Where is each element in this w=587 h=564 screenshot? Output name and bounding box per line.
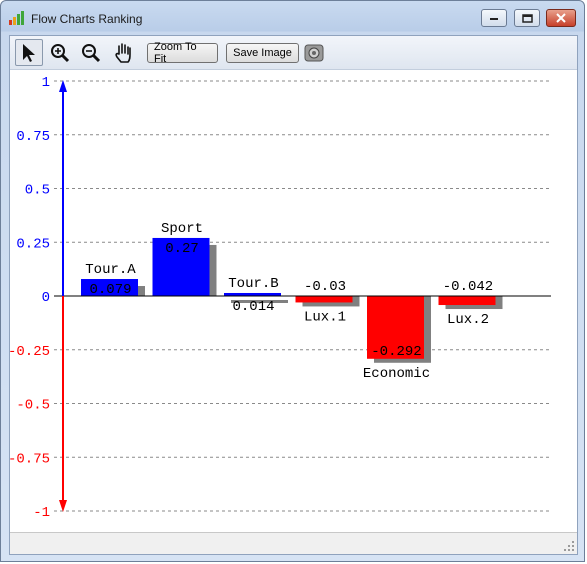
maximize-icon [521,13,533,23]
toolbar: Zoom To Fit Save Image [10,36,577,70]
y-tick-label: 0.5 [25,183,50,199]
value-label: 0.27 [165,241,199,257]
y-tick-label: 0.25 [16,236,50,252]
bar-chart-app-icon [9,11,25,25]
category-label: Tour.A [85,262,136,278]
value-label: -0.03 [304,279,346,295]
category-label: Lux.1 [304,309,346,325]
zoom-out-tool-button[interactable] [77,39,105,66]
up-arrow-icon [59,80,67,92]
value-label: -0.042 [443,279,493,295]
y-tick-label: 0 [42,290,50,306]
pointer-tool-button[interactable] [15,39,43,66]
category-label: Tour.B [228,276,278,292]
bar [295,296,353,303]
save-image-button[interactable]: Save Image [226,43,299,63]
y-tick-label: 0.75 [16,129,50,145]
value-label: 0.014 [232,299,274,315]
camera-button[interactable] [303,39,325,66]
minimize-button[interactable] [481,9,507,27]
pan-hand-icon [115,42,131,63]
status-bar [10,532,577,554]
category-label: Lux.2 [447,312,489,328]
category-label: Sport [161,221,203,237]
category-label: Economic [363,366,430,382]
y-tick-label: -1 [33,505,50,521]
resize-grip-icon[interactable] [563,540,575,552]
window-title: Flow Charts Ranking [31,12,143,26]
y-tick-label: -0.25 [10,344,50,360]
zoom-out-icon [82,43,101,62]
pan-tool-button[interactable] [109,39,137,66]
y-tick-label: -0.5 [16,398,50,414]
ranking-chart: 10.750.50.250-0.25-0.5-0.75-1 Tour.A0.07… [10,75,551,521]
pointer-icon [23,43,35,62]
y-tick-label: 1 [42,75,50,91]
zoom-in-icon [51,43,70,62]
maximize-button[interactable] [514,9,540,27]
minimize-icon [490,18,498,20]
down-arrow-icon [59,500,67,512]
camera-icon [304,44,324,61]
bar [438,296,496,306]
zoom-to-fit-button[interactable]: Zoom To Fit [147,41,218,65]
app-window: Flow Charts Ranking Zoom To Fit Save Ima… [0,0,585,562]
y-tick-label: -0.75 [10,451,50,467]
close-button[interactable] [546,9,576,27]
title-bar[interactable]: Flow Charts Ranking [1,1,584,35]
client-area: Zoom To Fit Save Image 1 0.75 0.5 0.25 0 -0.2… [9,35,578,555]
value-label: -0.292 [371,344,421,360]
zoom-in-tool-button[interactable] [46,39,74,66]
close-icon [556,13,566,23]
